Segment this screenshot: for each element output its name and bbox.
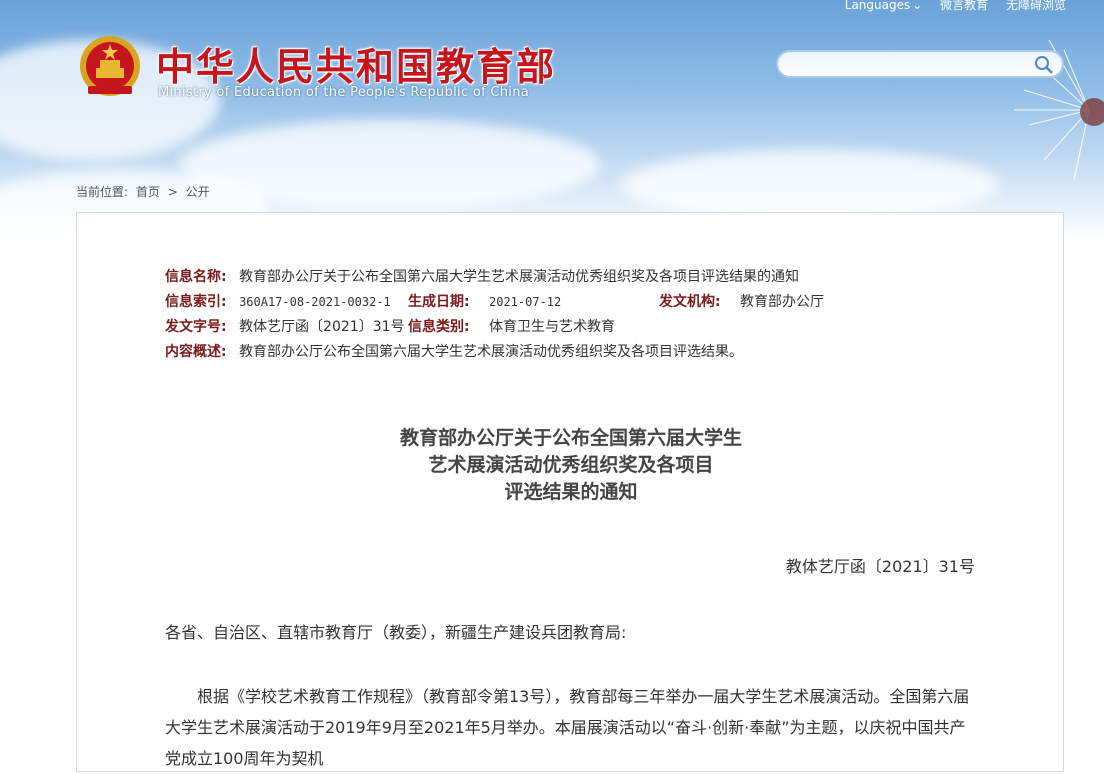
breadcrumb-home-link[interactable]: 首页 <box>136 185 160 199</box>
document-metadata: 信息名称: 教育部办公厅关于公布全国第六届大学生艺术展演活动优秀组织奖及各项目评… <box>165 265 824 365</box>
meta-row-index: 信息索引: 360A17-08-2021-0032-1 生成日期: 2021-0… <box>165 290 824 315</box>
meta-name-value: 教育部办公厅关于公布全国第六届大学生艺术展演活动优秀组织奖及各项目评选结果的通知 <box>239 269 800 285</box>
meta-row-name: 信息名称: 教育部办公厅关于公布全国第六届大学生艺术展演活动优秀组织奖及各项目评… <box>165 265 799 290</box>
search-input[interactable] <box>790 52 1044 78</box>
meta-docno-value: 教体艺厅函〔2021〕31号 <box>239 319 405 335</box>
meta-org-value: 教育部办公厅 <box>740 294 824 310</box>
document-title: 教育部办公厅关于公布全国第六届大学生 艺术展演活动优秀组织奖及各项目 评选结果的… <box>77 425 1065 506</box>
chevron-down-icon: ⌄ <box>912 0 923 12</box>
meta-index-label: 信息索引: <box>165 294 227 310</box>
meta-row-docno: 发文字号: 教体艺厅函〔2021〕31号 信息类别: 体育卫生与艺术教育 <box>165 315 799 340</box>
content-panel: 信息名称: 教育部办公厅关于公布全国第六届大学生艺术展演活动优秀组织奖及各项目评… <box>76 212 1064 772</box>
search-icon[interactable] <box>1034 55 1054 75</box>
breadcrumb-current-link[interactable]: 公开 <box>186 185 210 199</box>
meta-docno-label: 发文字号: <box>165 319 227 335</box>
languages-link[interactable]: Languages <box>845 0 910 12</box>
meta-category-label: 信息类别: <box>408 319 470 335</box>
site-title[interactable]: 中华人民共和国教育部 <box>156 36 556 91</box>
document-title-line: 艺术展演活动优秀组织奖及各项目 <box>428 454 714 476</box>
meta-row-summary: 内容概述: 教育部办公厅公布全国第六届大学生艺术展演活动优秀组织奖及各项目评选结… <box>165 340 799 365</box>
document-title-line: 教育部办公厅关于公布全国第六届大学生 <box>399 427 742 449</box>
meta-category-value: 体育卫生与艺术教育 <box>489 319 615 335</box>
meta-date-value: 2021-07-12 <box>489 295 562 309</box>
national-emblem-logo[interactable] <box>78 34 142 100</box>
cloud-decoration <box>620 150 1000 220</box>
document-paragraph: 根据《学校艺术教育工作规程》（教育部令第13号），教育部每三年举办一届大学生艺术… <box>165 687 970 768</box>
meta-name-label: 信息名称: <box>165 269 227 285</box>
meta-date-label: 生成日期: <box>408 294 470 310</box>
accessibility-link[interactable]: 无障碍浏览 <box>1006 0 1066 12</box>
meta-index-value: 360A17-08-2021-0032-1 <box>239 295 391 309</box>
breadcrumb-separator: > <box>167 185 178 199</box>
document-number: 教体艺厅函〔2021〕31号 <box>785 557 975 576</box>
document-salutation: 各省、自治区、直辖市教育厅（教委），新疆生产建设兵团教育局: <box>165 623 627 642</box>
meta-org-label: 发文机构: <box>659 294 721 310</box>
breadcrumb-prefix: 当前位置: <box>76 185 129 199</box>
site-subtitle: Ministry of Education of the People's Re… <box>158 85 530 100</box>
search-box <box>776 50 1064 78</box>
document-title-line: 评选结果的通知 <box>504 481 638 503</box>
breadcrumb: 当前位置: 首页 > 公开 <box>76 183 214 200</box>
weiyan-link[interactable]: 微言教育 <box>940 0 988 12</box>
site-header: Languages ⌄ 微言教育 无障碍浏览 中华人民共和国教育部 Ministr… <box>0 0 1104 240</box>
meta-summary-value: 教育部办公厅公布全国第六届大学生艺术展演活动优秀组织奖及各项目评选结果。 <box>239 344 744 360</box>
top-navigation: Languages ⌄ 微言教育 无障碍浏览 <box>831 0 1066 13</box>
meta-summary-label: 内容概述: <box>165 344 227 360</box>
